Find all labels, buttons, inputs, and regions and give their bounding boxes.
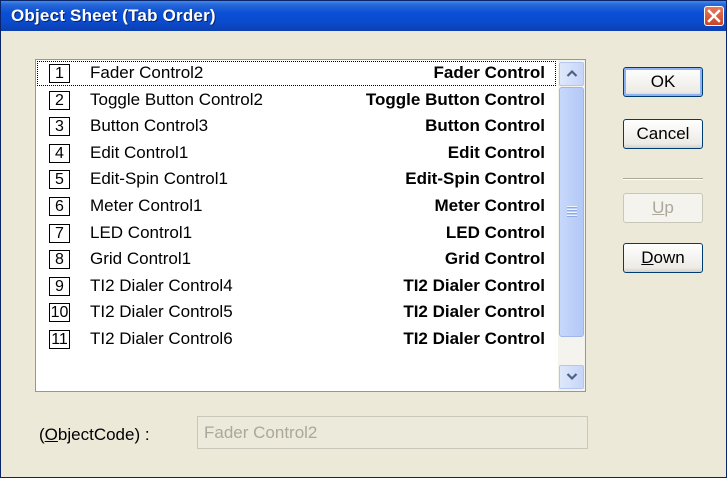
- object-name: Edit-Spin Control1: [90, 169, 228, 189]
- tab-order-listbox[interactable]: 1 Fader Control2 Fader Control 2 Toggle …: [35, 59, 586, 392]
- tab-order-number: 9: [49, 276, 70, 296]
- scrollbar-thumb[interactable]: [559, 87, 584, 337]
- tab-order-number: 8: [49, 250, 70, 270]
- object-type: TI2 Dialer Control: [401, 302, 545, 323]
- close-icon: [707, 9, 721, 23]
- object-type: TI2 Dialer Control: [401, 275, 545, 296]
- list-item[interactable]: 6 Meter Control1 Meter Control: [36, 193, 557, 220]
- object-name: Meter Control1: [90, 195, 203, 215]
- tab-order-number: 11: [49, 329, 70, 349]
- object-sheet-dialog: Object Sheet (Tab Order) 1 Fader Control…: [0, 0, 727, 478]
- object-type: Button Control: [423, 116, 545, 137]
- tab-order-number: 1: [49, 64, 70, 83]
- ok-label: OK: [650, 72, 676, 91]
- window-title: Object Sheet (Tab Order): [11, 6, 216, 25]
- chevron-up-icon: [566, 69, 577, 77]
- list-item[interactable]: 5 Edit-Spin Control1 Edit-Spin Control: [36, 166, 557, 193]
- list-item[interactable]: 2 Toggle Button Control2 Toggle Button C…: [36, 87, 557, 114]
- list-item[interactable]: 8 Grid Control1 Grid Control: [36, 246, 557, 273]
- scroll-up-button[interactable]: [559, 62, 584, 86]
- down-label: own: [653, 248, 685, 267]
- list-item[interactable]: 9 TI2 Dialer Control4 TI2 Dialer Control: [36, 273, 557, 300]
- tab-order-number: 7: [49, 223, 70, 243]
- ok-button[interactable]: OK: [623, 67, 703, 97]
- object-name: Edit Control1: [90, 142, 189, 162]
- tab-order-number: 4: [49, 143, 70, 163]
- object-name: TI2 Dialer Control6: [90, 328, 233, 348]
- object-type: Grid Control: [442, 249, 545, 270]
- object-type: TI2 Dialer Control: [401, 328, 545, 349]
- vertical-scrollbar[interactable]: [558, 60, 585, 391]
- object-type: Fader Control: [431, 63, 545, 83]
- object-name: TI2 Dialer Control5: [90, 302, 233, 322]
- tab-order-number: 6: [49, 196, 70, 216]
- object-name: Toggle Button Control2: [90, 89, 263, 109]
- list-item[interactable]: 1 Fader Control2 Fader Control: [36, 60, 557, 87]
- object-type: Edit Control: [445, 142, 545, 163]
- object-code-label-rest: bjectCode) :: [57, 425, 150, 444]
- up-mnemonic: U: [652, 198, 665, 217]
- down-button[interactable]: Down: [623, 243, 703, 273]
- cancel-button[interactable]: Cancel: [623, 119, 703, 149]
- object-type: Edit-Spin Control: [403, 169, 545, 190]
- object-code-mnemonic: O: [44, 425, 58, 444]
- list-item[interactable]: 7 LED Control1 LED Control: [36, 220, 557, 247]
- object-type: Meter Control: [432, 195, 545, 216]
- object-name: TI2 Dialer Control4: [90, 275, 233, 295]
- tab-order-number: 10: [49, 303, 70, 323]
- up-label: p: [664, 198, 674, 217]
- list-item[interactable]: 3 Button Control3 Button Control: [36, 113, 557, 140]
- object-name: Fader Control2: [90, 63, 204, 82]
- chevron-down-icon: [566, 373, 577, 381]
- object-type: LED Control: [443, 222, 545, 243]
- cancel-label: Cancel: [636, 124, 690, 143]
- tab-order-number: 2: [49, 90, 70, 110]
- object-name: Button Control3: [90, 116, 209, 136]
- button-separator: [623, 178, 703, 180]
- scroll-down-button[interactable]: [559, 365, 584, 389]
- title-bar[interactable]: Object Sheet (Tab Order): [1, 1, 726, 31]
- object-type: Toggle Button Control: [363, 89, 545, 110]
- list-rows: 1 Fader Control2 Fader Control 2 Toggle …: [36, 60, 557, 353]
- list-item[interactable]: 4 Edit Control1 Edit Control: [36, 140, 557, 167]
- close-button[interactable]: [704, 6, 724, 26]
- down-mnemonic: D: [641, 248, 654, 267]
- list-item[interactable]: 10 TI2 Dialer Control5 TI2 Dialer Contro…: [36, 299, 557, 326]
- tab-order-number: 3: [49, 117, 70, 137]
- grip-icon: [567, 206, 577, 218]
- up-button[interactable]: Up: [623, 193, 703, 223]
- object-code-field[interactable]: [197, 416, 588, 449]
- object-name: Grid Control1: [90, 249, 192, 269]
- list-item[interactable]: 11 TI2 Dialer Control6 TI2 Dialer Contro…: [36, 326, 557, 353]
- tab-order-number: 5: [49, 170, 70, 190]
- object-name: LED Control1: [90, 222, 193, 242]
- object-code-label: (ObjectCode) :: [39, 425, 150, 445]
